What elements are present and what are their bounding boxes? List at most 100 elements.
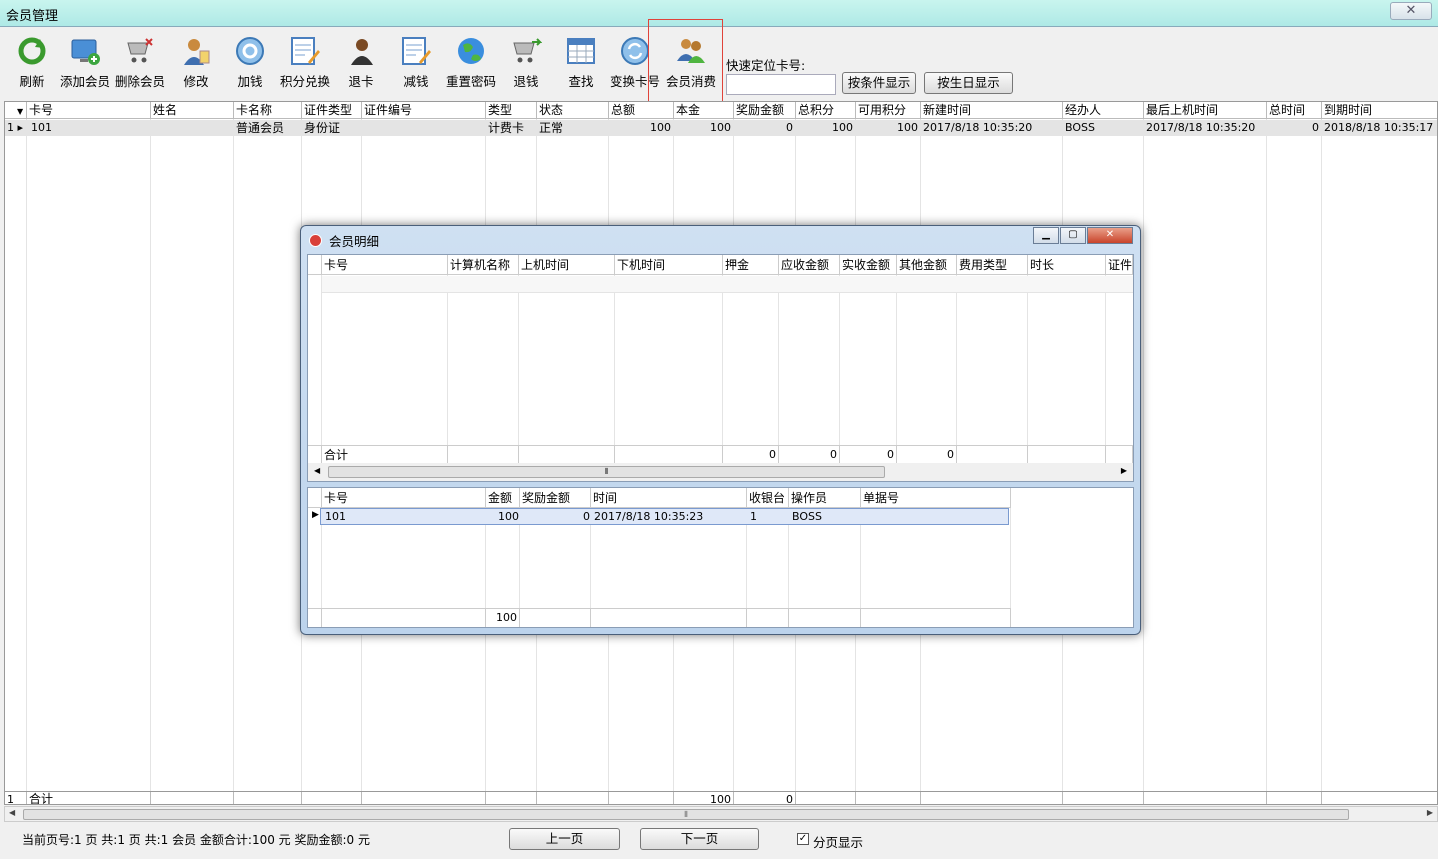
- scroll-left-icon[interactable]: ◀: [9, 808, 15, 817]
- scroll-right-icon[interactable]: ▶: [1121, 466, 1127, 475]
- scrollbar-thumb[interactable]: ⦀: [328, 466, 885, 478]
- delete-member-button[interactable]: 删除会员: [115, 33, 165, 93]
- refund-button[interactable]: 退钱: [510, 33, 542, 93]
- column-header[interactable]: 新建时间: [921, 102, 1063, 119]
- delete-member-label: 删除会员: [115, 74, 166, 89]
- table-footer: 合计 0 0 0 0: [308, 445, 1133, 464]
- grid-horizontal-scrollbar[interactable]: ◀ ⦀ ▶: [4, 806, 1438, 822]
- footer-cell: [796, 792, 856, 804]
- scroll-right-icon[interactable]: ▶: [1427, 808, 1433, 817]
- column-header[interactable]: 上机时间: [519, 255, 615, 275]
- grid-line: [447, 275, 448, 445]
- column-header[interactable]: 奖励金额: [734, 102, 796, 119]
- cell-expire-time: 2018/8/18 10:35:17: [1324, 121, 1434, 134]
- column-header[interactable]: 最后上机时间: [1144, 102, 1267, 119]
- quick-locate-input[interactable]: [726, 74, 836, 95]
- column-header[interactable]: 卡号: [322, 255, 448, 275]
- column-header[interactable]: 卡号: [27, 102, 151, 119]
- column-header[interactable]: 姓名: [151, 102, 234, 119]
- cell-time: 2017/8/18 10:35:23: [594, 510, 704, 523]
- column-header[interactable]: 金额: [486, 488, 520, 508]
- column-header[interactable]: 卡号: [322, 488, 486, 508]
- table-row[interactable]: 101 100 0 2017/8/18 10:35:23 1 BOSS: [320, 508, 1009, 525]
- column-header[interactable]: 时长: [1028, 255, 1106, 275]
- column-header[interactable]: 经办人: [1063, 102, 1144, 119]
- prev-page-button[interactable]: 上一页: [509, 828, 620, 850]
- cell-created-time: 2017/8/18 10:35:20: [923, 121, 1033, 134]
- cell-total-points: 100: [832, 121, 853, 134]
- column-header[interactable]: 时间: [591, 488, 747, 508]
- grid-corner[interactable]: ▼: [5, 102, 27, 119]
- birthday-display-button[interactable]: 按生日显示: [924, 72, 1013, 94]
- column-header[interactable]: 到期时间: [1322, 102, 1437, 119]
- grid-line: [150, 119, 151, 804]
- filter-display-button[interactable]: 按条件显示: [842, 72, 916, 94]
- column-header[interactable]: 其他金额: [897, 255, 957, 275]
- find-label: 查找: [568, 74, 594, 89]
- column-header[interactable]: 收银台: [747, 488, 789, 508]
- header-corner: [308, 255, 322, 275]
- scroll-left-icon[interactable]: ◀: [314, 466, 320, 475]
- paging-checkbox[interactable]: ✓: [797, 833, 809, 845]
- column-header[interactable]: 下机时间: [615, 255, 723, 275]
- column-header[interactable]: 费用类型: [957, 255, 1028, 275]
- swap-card-icon: [621, 37, 649, 65]
- footer-cell: [1144, 792, 1267, 804]
- grid-header: ▼ 卡号 姓名 卡名称 证件类型 证件编号 类型 状态 总额 本金 奖励金额 总…: [5, 102, 1437, 119]
- column-header[interactable]: 卡名称: [234, 102, 302, 119]
- dialog-title: 会员明细: [329, 234, 380, 249]
- column-header[interactable]: 本金: [674, 102, 734, 119]
- footer-cell: [789, 609, 861, 627]
- column-header[interactable]: 类型: [486, 102, 537, 119]
- reset-password-button[interactable]: 重置密码: [445, 33, 497, 93]
- column-header[interactable]: 总时间: [1267, 102, 1322, 119]
- column-header[interactable]: 总额: [609, 102, 674, 119]
- column-header[interactable]: 证件编号: [362, 102, 486, 119]
- column-header[interactable]: 操作员: [789, 488, 861, 508]
- app-icon: [309, 234, 322, 247]
- find-button[interactable]: 查找: [565, 33, 597, 93]
- grid-line: [722, 275, 723, 445]
- minimize-button[interactable]: ▁: [1033, 227, 1059, 244]
- return-card-button[interactable]: 退卡: [346, 33, 376, 93]
- dialog-horizontal-scrollbar[interactable]: ◀ ⦀ ▶: [308, 463, 1133, 481]
- maximize-button[interactable]: ▢: [1060, 227, 1086, 244]
- footer-other-total: 0: [897, 446, 957, 464]
- add-money-button[interactable]: 加钱: [234, 33, 266, 93]
- points-exchange-button[interactable]: 积分兑换: [280, 33, 330, 93]
- cell-id-no: [362, 120, 485, 136]
- column-header[interactable]: 证件: [1106, 255, 1133, 275]
- cell-receipt-no: [862, 509, 1008, 524]
- return-card-icon: [351, 39, 373, 65]
- column-header[interactable]: 状态: [537, 102, 609, 119]
- grid-line: [778, 275, 779, 445]
- add-member-label: 添加会员: [60, 74, 111, 89]
- column-header[interactable]: 总积分: [796, 102, 856, 119]
- row-indicator: 1 ▸: [5, 120, 27, 136]
- cell-id-type: 身份证: [304, 121, 341, 135]
- edit-button[interactable]: 修改: [180, 33, 212, 93]
- refresh-button[interactable]: 刷新: [14, 33, 50, 93]
- find-icon: [567, 38, 595, 64]
- column-header[interactable]: 押金: [723, 255, 779, 275]
- footer-cell: [1322, 792, 1437, 804]
- column-header[interactable]: 奖励金额: [520, 488, 591, 508]
- close-button[interactable]: ✕: [1390, 2, 1432, 20]
- add-member-button[interactable]: 添加会员: [60, 33, 110, 93]
- dialog-close-button[interactable]: ✕: [1087, 227, 1133, 244]
- scrollbar-thumb[interactable]: ⦀: [23, 809, 1349, 820]
- column-header[interactable]: 证件类型: [302, 102, 362, 119]
- edit-user-icon: [184, 39, 210, 65]
- grid-line: [614, 275, 615, 445]
- subtract-money-button[interactable]: 减钱: [400, 33, 432, 93]
- cart-delete-icon: [127, 38, 153, 63]
- table-row[interactable]: 1 ▸ 101 普通会员 身份证 计费卡 正常 100 100 0 100 10…: [5, 120, 1437, 136]
- column-header[interactable]: 单据号: [861, 488, 1011, 508]
- column-header[interactable]: 应收金额: [779, 255, 840, 275]
- grid-line: [839, 275, 840, 445]
- column-header[interactable]: 实收金额: [840, 255, 897, 275]
- next-page-button[interactable]: 下一页: [640, 828, 759, 850]
- column-header[interactable]: 可用积分: [856, 102, 921, 119]
- refund-label: 退钱: [513, 74, 539, 89]
- column-header[interactable]: 计算机名称: [448, 255, 519, 275]
